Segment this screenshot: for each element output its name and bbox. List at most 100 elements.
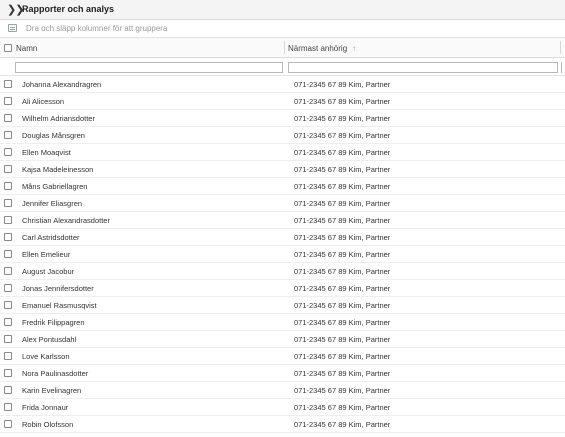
column-resize-handle[interactable] <box>560 41 561 54</box>
cell-relative: 071-2345 67 89 Kim, Partner <box>294 369 391 378</box>
table-row[interactable]: Carl Astridsdotter 071-2345 67 89 Kim, Pa… <box>0 229 565 246</box>
column-header-name[interactable]: Namn <box>16 44 37 53</box>
select-all-checkbox[interactable] <box>4 44 12 52</box>
cell-relative: 071-2345 67 89 Kim, Partner <box>294 97 391 106</box>
table-row[interactable]: Måns Gabriellagren 071-2345 67 89 Kim, Pa… <box>0 178 565 195</box>
table-row[interactable]: Nora Paulinasdotter 071-2345 67 89 Kim, P… <box>0 365 565 382</box>
cell-name: Frida Jonnaur <box>22 403 69 412</box>
cell-name: Robin Olofsson <box>22 420 74 429</box>
table-row[interactable]: Ellen Emelieur 071-2345 67 89 Kim, Partne… <box>0 246 565 263</box>
table-row[interactable]: Douglas Månsgren 071-2345 67 89 Kim, Part… <box>0 127 565 144</box>
row-checkbox[interactable] <box>4 97 12 105</box>
cell-name: Johanna Alexandragren <box>22 80 102 89</box>
group-icon <box>8 24 17 32</box>
cell-name: Jennifer Eliasgren <box>22 199 83 208</box>
cell-name: Emanuel Rasmusqvist <box>22 301 97 310</box>
row-checkbox[interactable] <box>4 420 12 428</box>
column-divider <box>561 62 562 73</box>
table-row[interactable]: Ellen Moaqvist 071-2345 67 89 Kim, Partne… <box>0 144 565 161</box>
row-checkbox[interactable] <box>4 165 12 173</box>
row-checkbox[interactable] <box>4 182 12 190</box>
cell-relative: 071-2345 67 89 Kim, Partner <box>294 131 391 140</box>
column-header-relative-label: Närmast anhörig <box>288 44 348 53</box>
double-chevron-right-icon[interactable]: ❯❯ <box>7 3 24 16</box>
row-checkbox[interactable] <box>4 199 12 207</box>
cell-name: Love Karlsson <box>22 352 70 361</box>
name-filter-input[interactable] <box>15 62 283 73</box>
filter-row <box>0 58 565 76</box>
cell-name: Wilhelm Adriansdotter <box>22 114 95 123</box>
cell-relative: 071-2345 67 89 Kim, Partner <box>294 165 391 174</box>
row-checkbox[interactable] <box>4 233 12 241</box>
table-row[interactable]: Emanuel Rasmusqvist 071-2345 67 89 Kim, P… <box>0 297 565 314</box>
row-checkbox[interactable] <box>4 335 12 343</box>
relative-filter-input[interactable] <box>288 62 558 73</box>
table-row[interactable]: Jennifer Eliasgren 071-2345 67 89 Kim, Pa… <box>0 195 565 212</box>
table-row[interactable]: Jonas Jennifersdotter 071-2345 67 89 Kim,… <box>0 280 565 297</box>
table-row[interactable]: Karin Evelinagren 071-2345 67 89 Kim, Par… <box>0 382 565 399</box>
table-row[interactable]: Love Karlsson 071-2345 67 89 Kim, Partner <box>0 348 565 365</box>
cell-relative: 071-2345 67 89 Kim, Partner <box>294 318 391 327</box>
row-checkbox[interactable] <box>4 386 12 394</box>
cell-relative: 071-2345 67 89 Kim, Partner <box>294 148 391 157</box>
grid-header: Namn Närmast anhörig ↑ <box>0 38 565 58</box>
table-row[interactable]: Ali Alicesson 071-2345 67 89 Kim, Partner <box>0 93 565 110</box>
cell-name: Karin Evelinagren <box>22 386 82 395</box>
top-bar: ❯❯ Rapporter och analys <box>0 0 565 20</box>
cell-name: Måns Gabriellagren <box>22 182 88 191</box>
row-checkbox[interactable] <box>4 250 12 258</box>
row-checkbox[interactable] <box>4 369 12 377</box>
cell-name: Jonas Jennifersdotter <box>22 284 94 293</box>
row-checkbox[interactable] <box>4 267 12 275</box>
grid-body: Johanna Alexandragren 071-2345 67 89 Kim,… <box>0 76 565 433</box>
cell-name: Nora Paulinasdotter <box>22 369 89 378</box>
table-row[interactable]: Frida Jonnaur 071-2345 67 89 Kim, Partner <box>0 399 565 416</box>
table-row[interactable]: Johanna Alexandragren 071-2345 67 89 Kim,… <box>0 76 565 93</box>
cell-relative: 071-2345 67 89 Kim, Partner <box>294 301 391 310</box>
table-row[interactable]: Kajsa Madeleinesson 071-2345 67 89 Kim, P… <box>0 161 565 178</box>
cell-relative: 071-2345 67 89 Kim, Partner <box>294 284 391 293</box>
table-row[interactable]: Alex Pontusdahl 071-2345 67 89 Kim, Partn… <box>0 331 565 348</box>
cell-relative: 071-2345 67 89 Kim, Partner <box>294 267 391 276</box>
column-resize-handle[interactable] <box>284 41 285 54</box>
cell-relative: 071-2345 67 89 Kim, Partner <box>294 352 391 361</box>
cell-name: Fredrik Filippagren <box>22 318 85 327</box>
row-checkbox[interactable] <box>4 403 12 411</box>
cell-name: Kajsa Madeleinesson <box>22 165 94 174</box>
column-header-relative[interactable]: Närmast anhörig ↑ <box>288 44 356 53</box>
cell-relative: 071-2345 67 89 Kim, Partner <box>294 114 391 123</box>
row-checkbox[interactable] <box>4 352 12 360</box>
cell-relative: 071-2345 67 89 Kim, Partner <box>294 182 391 191</box>
cell-relative: 071-2345 67 89 Kim, Partner <box>294 250 391 259</box>
cell-relative: 071-2345 67 89 Kim, Partner <box>294 403 391 412</box>
row-checkbox[interactable] <box>4 80 12 88</box>
cell-name: Carl Astridsdotter <box>22 233 80 242</box>
cell-name: Ellen Emelieur <box>22 250 71 259</box>
group-by-drop-zone[interactable]: Dra och släpp kolumner för att gruppera <box>0 20 565 38</box>
group-by-hint: Dra och släpp kolumner för att gruppera <box>26 24 168 33</box>
row-checkbox[interactable] <box>4 318 12 326</box>
cell-relative: 071-2345 67 89 Kim, Partner <box>294 420 391 429</box>
row-checkbox[interactable] <box>4 216 12 224</box>
row-checkbox[interactable] <box>4 301 12 309</box>
table-row[interactable]: Christian Alexandrasdotter 071-2345 67 89… <box>0 212 565 229</box>
table-row[interactable]: Fredrik Filippagren 071-2345 67 89 Kim, P… <box>0 314 565 331</box>
cell-relative: 071-2345 67 89 Kim, Partner <box>294 80 391 89</box>
cell-relative: 071-2345 67 89 Kim, Partner <box>294 199 391 208</box>
table-row[interactable]: August Jacobur 071-2345 67 89 Kim, Partne… <box>0 263 565 280</box>
table-row[interactable]: Wilhelm Adriansdotter 071-2345 67 89 Kim,… <box>0 110 565 127</box>
row-checkbox[interactable] <box>4 148 12 156</box>
cell-name: Ali Alicesson <box>22 97 65 106</box>
cell-relative: 071-2345 67 89 Kim, Partner <box>294 216 391 225</box>
cell-name: Alex Pontusdahl <box>22 335 77 344</box>
cell-name: August Jacobur <box>22 267 75 276</box>
cell-name: Douglas Månsgren <box>22 131 85 140</box>
cell-relative: 071-2345 67 89 Kim, Partner <box>294 386 391 395</box>
row-checkbox[interactable] <box>4 284 12 292</box>
sort-ascending-icon: ↑ <box>352 44 357 53</box>
cell-relative: 071-2345 67 89 Kim, Partner <box>294 335 391 344</box>
table-row[interactable]: Robin Olofsson 071-2345 67 89 Kim, Partne… <box>0 416 565 433</box>
row-checkbox[interactable] <box>4 131 12 139</box>
cell-relative: 071-2345 67 89 Kim, Partner <box>294 233 391 242</box>
row-checkbox[interactable] <box>4 114 12 122</box>
